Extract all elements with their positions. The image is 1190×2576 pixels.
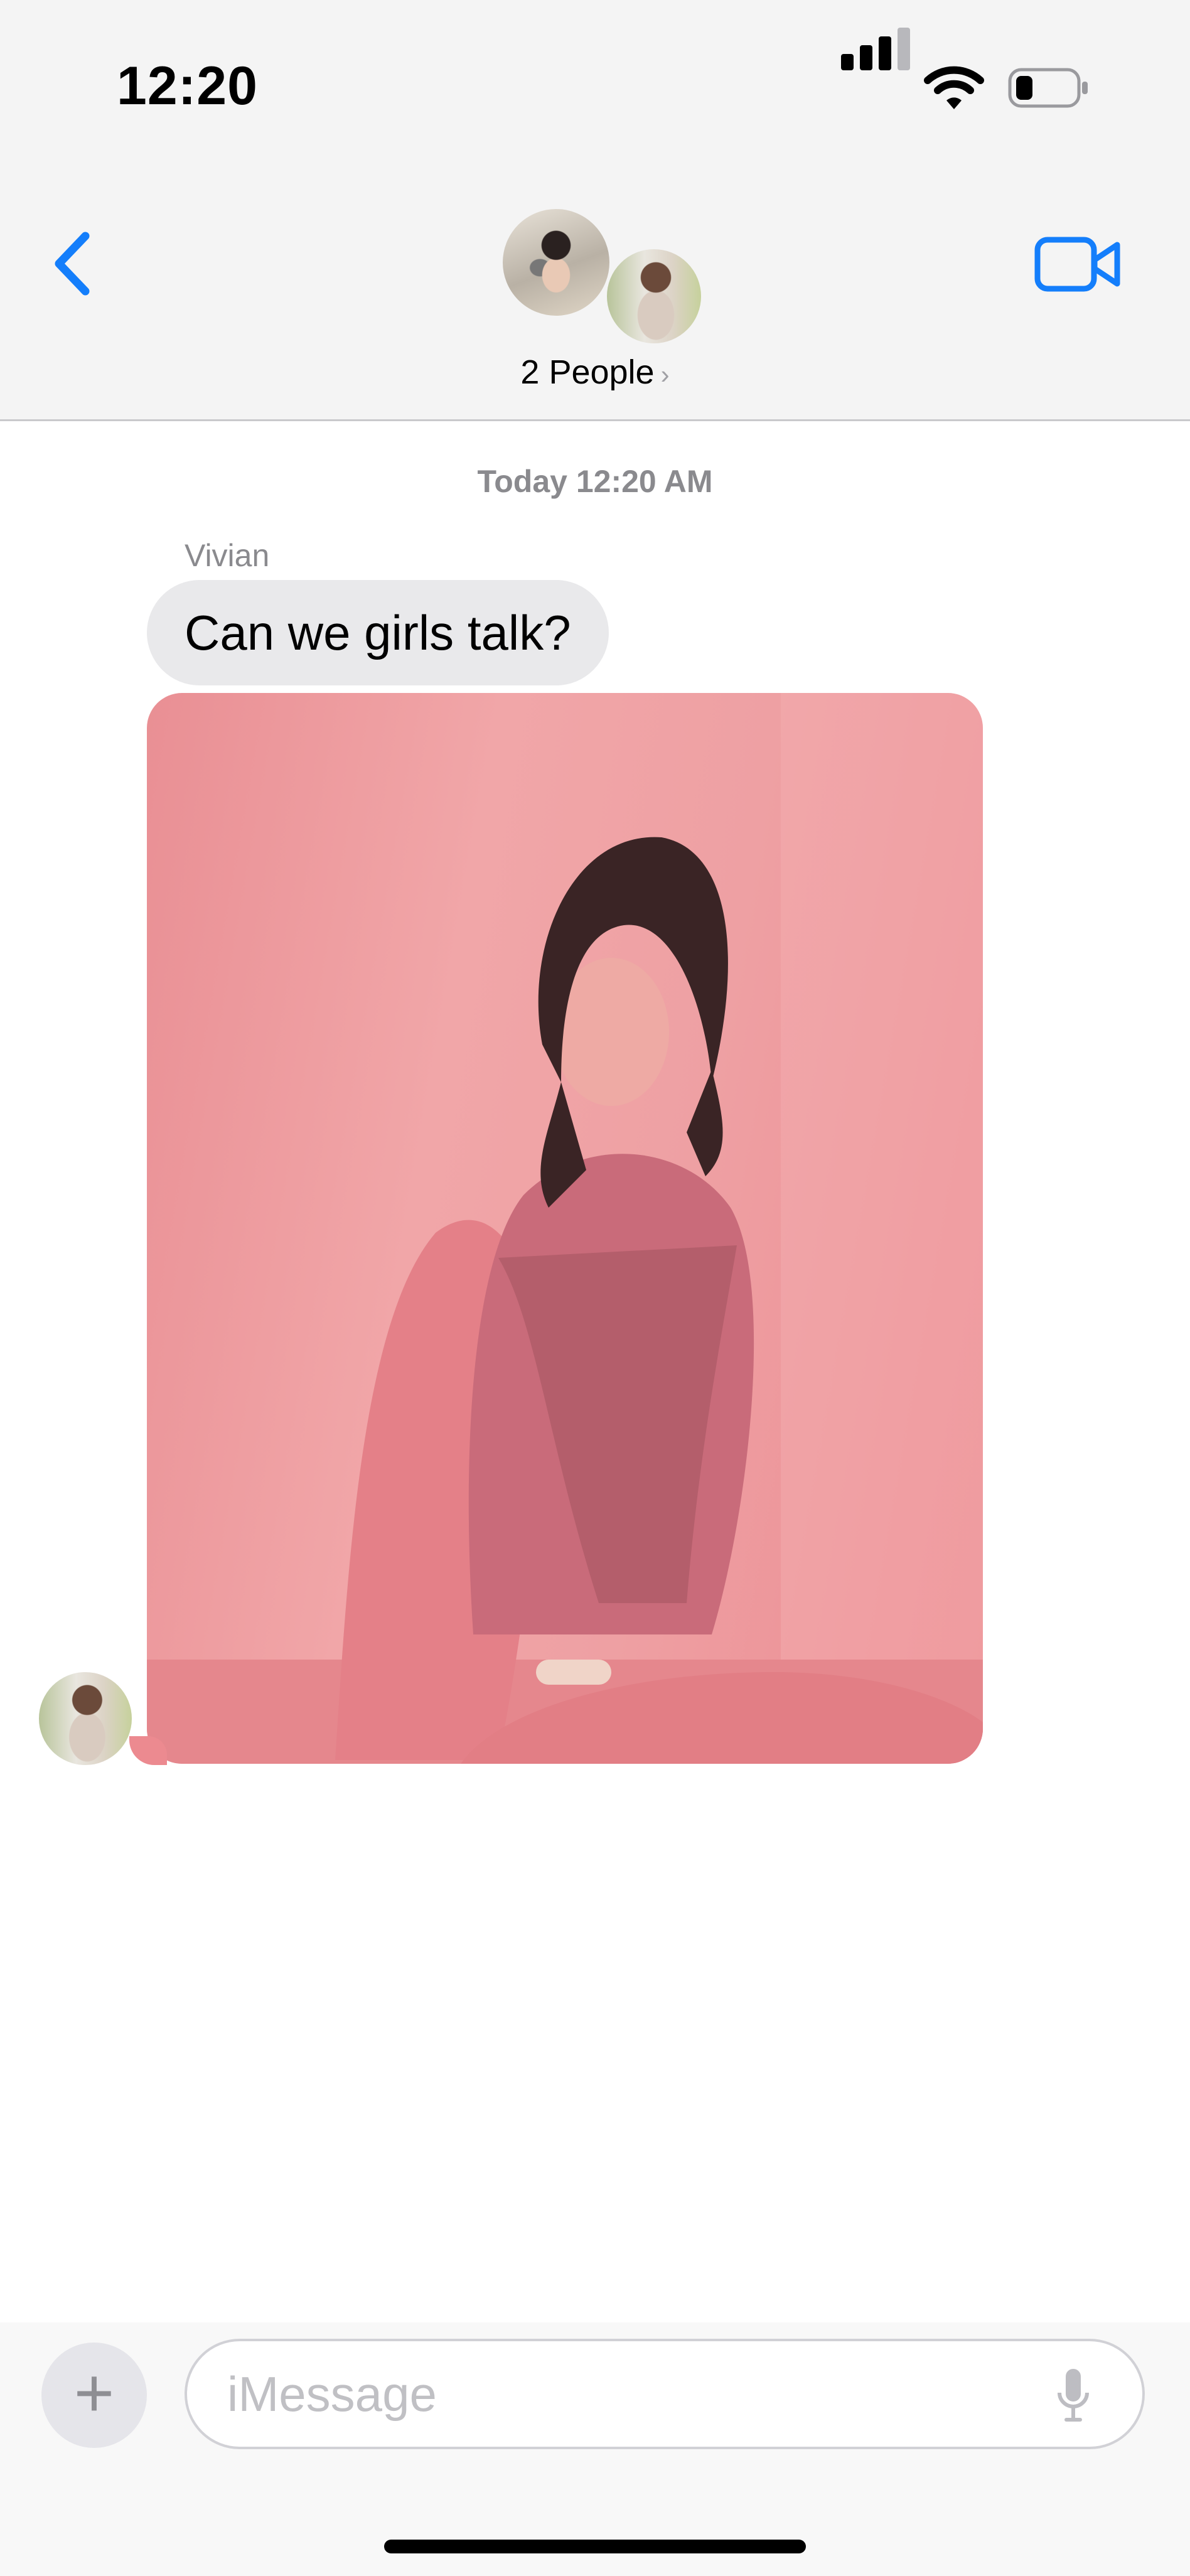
- group-avatar-2[interactable]: [604, 246, 704, 346]
- message-bubble[interactable]: Can we girls talk?: [147, 580, 609, 685]
- home-indicator[interactable]: [384, 2540, 806, 2553]
- back-chevron-icon[interactable]: [45, 226, 102, 301]
- video-camera-icon[interactable]: [1034, 235, 1122, 294]
- microphone-icon[interactable]: [1056, 2368, 1091, 2424]
- conversation-timestamp: Today 12:20 AM: [477, 464, 713, 499]
- message-input[interactable]: iMessage: [185, 2339, 1145, 2449]
- message-input-placeholder: iMessage: [227, 2366, 437, 2422]
- message-image[interactable]: [147, 693, 983, 1764]
- wifi-icon: [924, 66, 984, 109]
- status-time: 12:20: [117, 56, 258, 116]
- group-avatar-1[interactable]: [500, 206, 613, 319]
- photo-illustration: [147, 693, 983, 1764]
- group-title-label: 2 People: [520, 353, 655, 391]
- plus-icon[interactable]: +: [41, 2343, 147, 2448]
- navigation-header: 12:20 2 People ›: [0, 0, 1190, 421]
- sender-avatar[interactable]: [39, 1672, 132, 1765]
- chevron-right-icon: ›: [660, 360, 670, 389]
- sender-name: Vivian: [185, 538, 270, 573]
- group-title[interactable]: 2 People ›: [0, 353, 1190, 392]
- battery-icon: [1008, 68, 1088, 108]
